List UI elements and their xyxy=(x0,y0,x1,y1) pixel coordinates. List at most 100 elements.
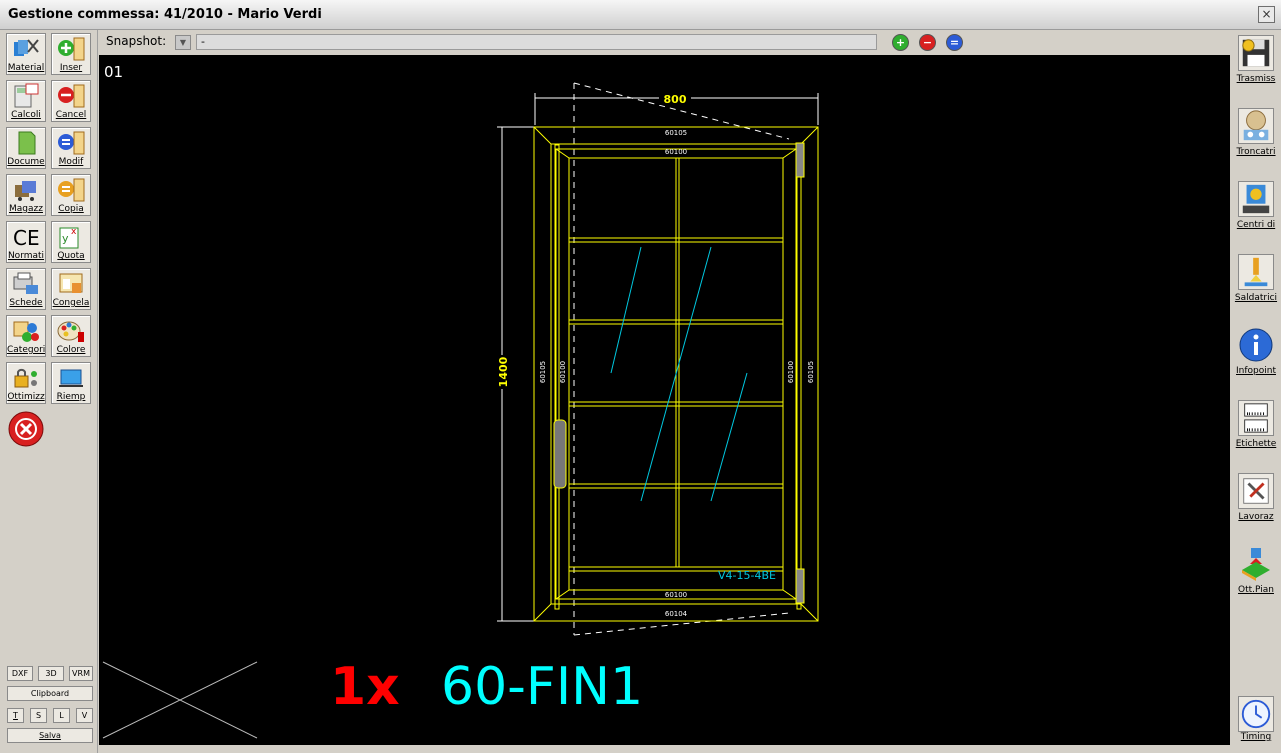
riemp-button[interactable]: Riemp xyxy=(51,362,91,404)
categories-button[interactable]: Categori xyxy=(6,315,46,357)
optimize-plan-icon xyxy=(1242,548,1270,581)
welder-icon xyxy=(1238,254,1274,290)
freeze-label: Congela xyxy=(52,298,90,308)
close-button[interactable]: × xyxy=(1258,6,1275,23)
machining-center-icon xyxy=(1238,181,1274,217)
schede-label: Schede xyxy=(9,298,43,308)
calcoli-button[interactable]: Calcoli xyxy=(6,80,46,122)
drawing-canvas[interactable]: 01 800 1400 60105 60100 60105 60100 6010… xyxy=(99,55,1230,745)
remove-snapshot-button[interactable]: − xyxy=(919,34,936,51)
letter-v-button[interactable]: V xyxy=(76,708,93,723)
empty-preview-cross xyxy=(102,661,258,739)
grid-bars xyxy=(568,158,784,572)
cutter-icon xyxy=(1238,108,1274,144)
lavoraz-label: Lavoraz xyxy=(1238,512,1274,522)
window-title: Gestione commessa: 41/2010 - Mario Verdi xyxy=(8,7,322,22)
normative-button[interactable]: CE Normati xyxy=(6,221,46,263)
modify-label: Modif xyxy=(58,157,84,167)
etichette-button[interactable]: Etichette xyxy=(1235,398,1277,462)
quota-button[interactable]: yx Quota xyxy=(51,221,91,263)
snapshot-dropdown-button[interactable]: ▼ xyxy=(175,35,191,50)
copy-button[interactable]: Copia xyxy=(51,174,91,216)
saldatrici-label: Saldatrici xyxy=(1234,293,1278,303)
calculator-icon xyxy=(14,83,39,108)
modify-icon xyxy=(58,131,85,155)
add-snapshot-button[interactable]: + xyxy=(892,34,909,51)
quantity-label: 1x xyxy=(330,657,400,717)
letter-s-button[interactable]: S xyxy=(30,708,47,723)
lavoraz-button[interactable]: Lavoraz xyxy=(1235,471,1277,535)
3d-button[interactable]: 3D xyxy=(38,666,64,681)
minus-icon: − xyxy=(922,36,933,49)
categories-icon xyxy=(13,321,39,342)
modify-button[interactable]: Modif xyxy=(51,127,91,169)
warehouse-button[interactable]: Magazz xyxy=(6,174,46,216)
close-circle-icon xyxy=(8,411,44,447)
ottimizz-label: Ottimizz xyxy=(7,392,45,402)
material-label: Material xyxy=(7,63,45,73)
ottimizz-button[interactable]: Ottimizz xyxy=(6,362,46,404)
centri-di-label: Centri di xyxy=(1236,220,1276,230)
insert-label: Inser xyxy=(59,63,83,73)
snapshot-label: Snapshot: xyxy=(106,34,167,48)
left-frame-code: 60105 xyxy=(539,361,547,383)
copy-label: Copia xyxy=(58,204,84,214)
document-icon xyxy=(18,131,36,155)
svg-text:y: y xyxy=(62,232,69,245)
insert-icon xyxy=(58,37,85,61)
save-button[interactable]: Salva xyxy=(7,728,93,743)
document-button[interactable]: Docume xyxy=(6,127,46,169)
warehouse-label: Magazz xyxy=(9,204,43,214)
colore-button[interactable]: Colore xyxy=(51,315,91,357)
sheets-icon xyxy=(13,272,38,294)
letter-t-button[interactable]: T xyxy=(7,708,24,723)
right-frame-code: 60105 xyxy=(807,361,815,383)
ott-pian-button[interactable]: Ott.Pian xyxy=(1235,544,1277,608)
height-dimension-label: 1400 xyxy=(497,356,510,387)
equals-icon: = xyxy=(949,36,960,49)
quota-label: Quota xyxy=(57,251,85,261)
copy-icon xyxy=(58,178,85,202)
title-bar: Gestione commessa: 41/2010 - Mario Verdi… xyxy=(0,0,1281,30)
snapshot-field[interactable]: - xyxy=(196,34,877,50)
troncatri-label: Troncatri xyxy=(1236,147,1276,157)
window-drawing: 800 1400 60105 60100 60105 60100 60100 6… xyxy=(102,82,819,739)
clipboard-button[interactable]: Clipboard xyxy=(7,686,93,701)
calcoli-label: Calcoli xyxy=(11,110,41,120)
centri-di-button[interactable]: Centri di xyxy=(1235,179,1277,243)
infopoint-button[interactable]: Infopoint xyxy=(1235,325,1277,389)
top-frame-code: 60105 xyxy=(665,129,687,137)
freeze-button[interactable]: Congela xyxy=(51,268,91,310)
warehouse-icon xyxy=(15,181,36,201)
cancel-button[interactable]: Cancel xyxy=(51,80,91,122)
letter-l-button[interactable]: L xyxy=(53,708,70,723)
saldatrici-button[interactable]: Saldatrici xyxy=(1235,252,1277,316)
width-dimension-label: 800 xyxy=(664,93,687,106)
insert-button[interactable]: Inser xyxy=(51,33,91,75)
edit-snapshot-button[interactable]: = xyxy=(946,34,963,51)
clock-icon xyxy=(1238,696,1274,732)
exit-button[interactable] xyxy=(6,409,46,449)
trasmiss-button[interactable]: Trasmiss xyxy=(1235,33,1277,97)
timing-button[interactable]: Timing xyxy=(1235,694,1277,750)
categories-label: Categori xyxy=(7,345,45,355)
troncatri-button[interactable]: Troncatri xyxy=(1235,106,1277,170)
vrm-button[interactable]: VRM xyxy=(69,666,93,681)
status-strip xyxy=(99,745,1230,753)
right-sash-code: 60100 xyxy=(787,361,795,383)
info-icon xyxy=(1239,328,1273,362)
cancel-label: Cancel xyxy=(55,110,87,120)
trasmiss-label: Trasmiss xyxy=(1236,74,1276,84)
ce-mark-icon: CE xyxy=(13,226,40,250)
svg-text:CE: CE xyxy=(13,226,40,250)
schede-button[interactable]: Schede xyxy=(6,268,46,310)
hinge-top xyxy=(795,142,805,178)
top-sash-code: 60100 xyxy=(665,148,687,156)
delete-icon xyxy=(58,84,85,108)
dxf-button[interactable]: DXF xyxy=(7,666,33,681)
material-button[interactable]: Material xyxy=(6,33,46,75)
hinge-bottom xyxy=(795,568,805,604)
riemp-label: Riemp xyxy=(56,392,86,402)
left-sash-code: 60100 xyxy=(559,361,567,383)
tools-icon xyxy=(1238,473,1274,509)
